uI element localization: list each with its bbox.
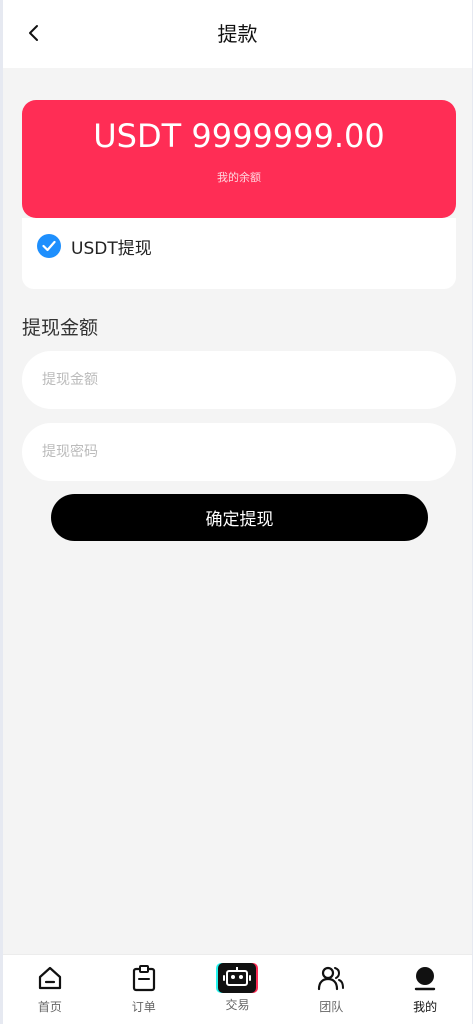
tab-trade[interactable]: 交易 xyxy=(191,955,285,1024)
tab-label: 团队 xyxy=(319,1000,344,1014)
page-title: 提款 xyxy=(217,22,258,46)
withdraw-method-card: USDT提现 xyxy=(22,218,456,289)
tab-label: 订单 xyxy=(131,1000,156,1014)
bottom-tab-bar: 首页 订单 交易 团队 我的 xyxy=(3,954,472,1024)
home-icon xyxy=(36,964,64,992)
withdraw-method-label: USDT提现 xyxy=(71,238,152,259)
profile-icon xyxy=(411,964,439,992)
check-circle-icon xyxy=(37,234,61,258)
amount-input[interactable] xyxy=(22,351,456,409)
robot-icon xyxy=(216,962,259,994)
password-input[interactable] xyxy=(22,423,456,481)
withdraw-method-usdt[interactable]: USDT提现 xyxy=(37,232,152,260)
balance-amount: USDT 9999999.00 xyxy=(93,117,385,155)
clipboard-icon xyxy=(130,964,158,992)
tab-team[interactable]: 团队 xyxy=(284,955,378,1024)
team-icon xyxy=(317,964,345,992)
tab-label: 首页 xyxy=(37,1000,62,1014)
balance-card: USDT 9999999.00 我的余额 xyxy=(22,100,456,218)
balance-label: 我的余额 xyxy=(217,171,261,184)
tab-orders[interactable]: 订单 xyxy=(97,955,191,1024)
app-root: 提款 USDT 9999999.00 我的余额 USDT提现 提现金额 确定提现 xyxy=(3,0,472,1024)
tab-label: 交易 xyxy=(225,998,250,1012)
tab-home[interactable]: 首页 xyxy=(3,955,97,1024)
top-bar: 提款 xyxy=(3,0,472,68)
tab-profile[interactable]: 我的 xyxy=(378,955,472,1024)
confirm-withdraw-button[interactable]: 确定提现 xyxy=(51,494,428,541)
tab-label: 我的 xyxy=(413,1000,438,1014)
amount-section-label: 提现金额 xyxy=(22,317,99,339)
